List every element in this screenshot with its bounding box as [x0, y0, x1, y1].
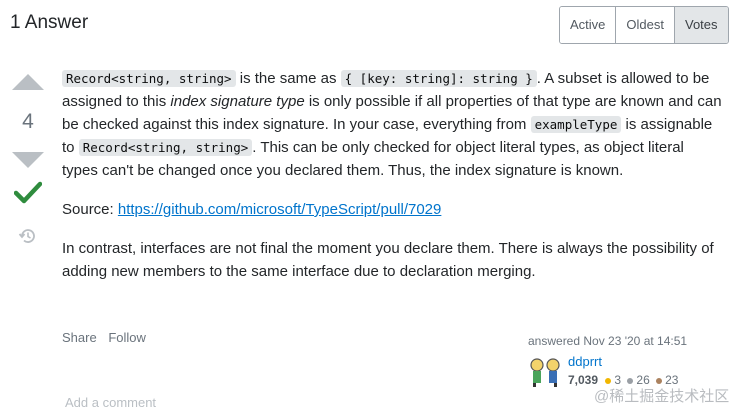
add-comment-link[interactable]: Add a comment	[65, 395, 156, 410]
user-card: answered Nov 23 '20 at 14:51 ddprrt 7,03…	[528, 334, 738, 387]
answer-paragraph-1: Record<string, string> is the same as { …	[62, 67, 722, 182]
inline-code: Record<string, string>	[62, 70, 236, 87]
arrow-down-icon[interactable]	[12, 152, 44, 168]
inline-code: exampleType	[530, 116, 622, 133]
answer-body: Record<string, string> is the same as { …	[62, 67, 722, 299]
silver-badge-icon	[627, 377, 634, 384]
inline-code: { [key: string]: string }	[340, 70, 537, 87]
sort-oldest-button[interactable]: Oldest	[616, 7, 675, 43]
vote-count: 4	[22, 110, 34, 133]
emphasis-text: index signature type	[170, 93, 305, 110]
gold-badge-icon	[605, 377, 612, 384]
arrow-up-icon[interactable]	[12, 74, 44, 90]
check-icon	[14, 181, 42, 204]
source-label: Source:	[62, 201, 118, 218]
sort-votes-button[interactable]: Votes	[674, 7, 728, 43]
answers-count-title: 1 Answer	[10, 12, 89, 33]
answer-paragraph-2: Source: https://github.com/microsoft/Typ…	[62, 198, 722, 221]
share-link[interactable]: Share	[62, 330, 97, 345]
inline-code: Record<string, string>	[78, 139, 253, 156]
answered-time: answered Nov 23 '20 at 14:51	[528, 334, 688, 348]
post-menu: Share Follow	[62, 330, 154, 345]
history-icon[interactable]	[18, 226, 38, 246]
user-name-link[interactable]: ddprrt	[568, 354, 602, 369]
sort-active-button[interactable]: Active	[560, 7, 617, 43]
answer-paragraph-3: In contrast, interfaces are not final th…	[62, 240, 714, 280]
text-span: is the same as	[235, 70, 341, 87]
watermark-text: @稀土掘金技术社区	[594, 388, 730, 405]
follow-link[interactable]: Follow	[108, 330, 146, 345]
source-link[interactable]: https://github.com/microsoft/TypeScript/…	[118, 201, 442, 218]
bronze-badge-icon	[656, 377, 663, 384]
avatar[interactable]	[528, 356, 562, 388]
sort-tabs: Active Oldest Votes	[559, 6, 729, 44]
